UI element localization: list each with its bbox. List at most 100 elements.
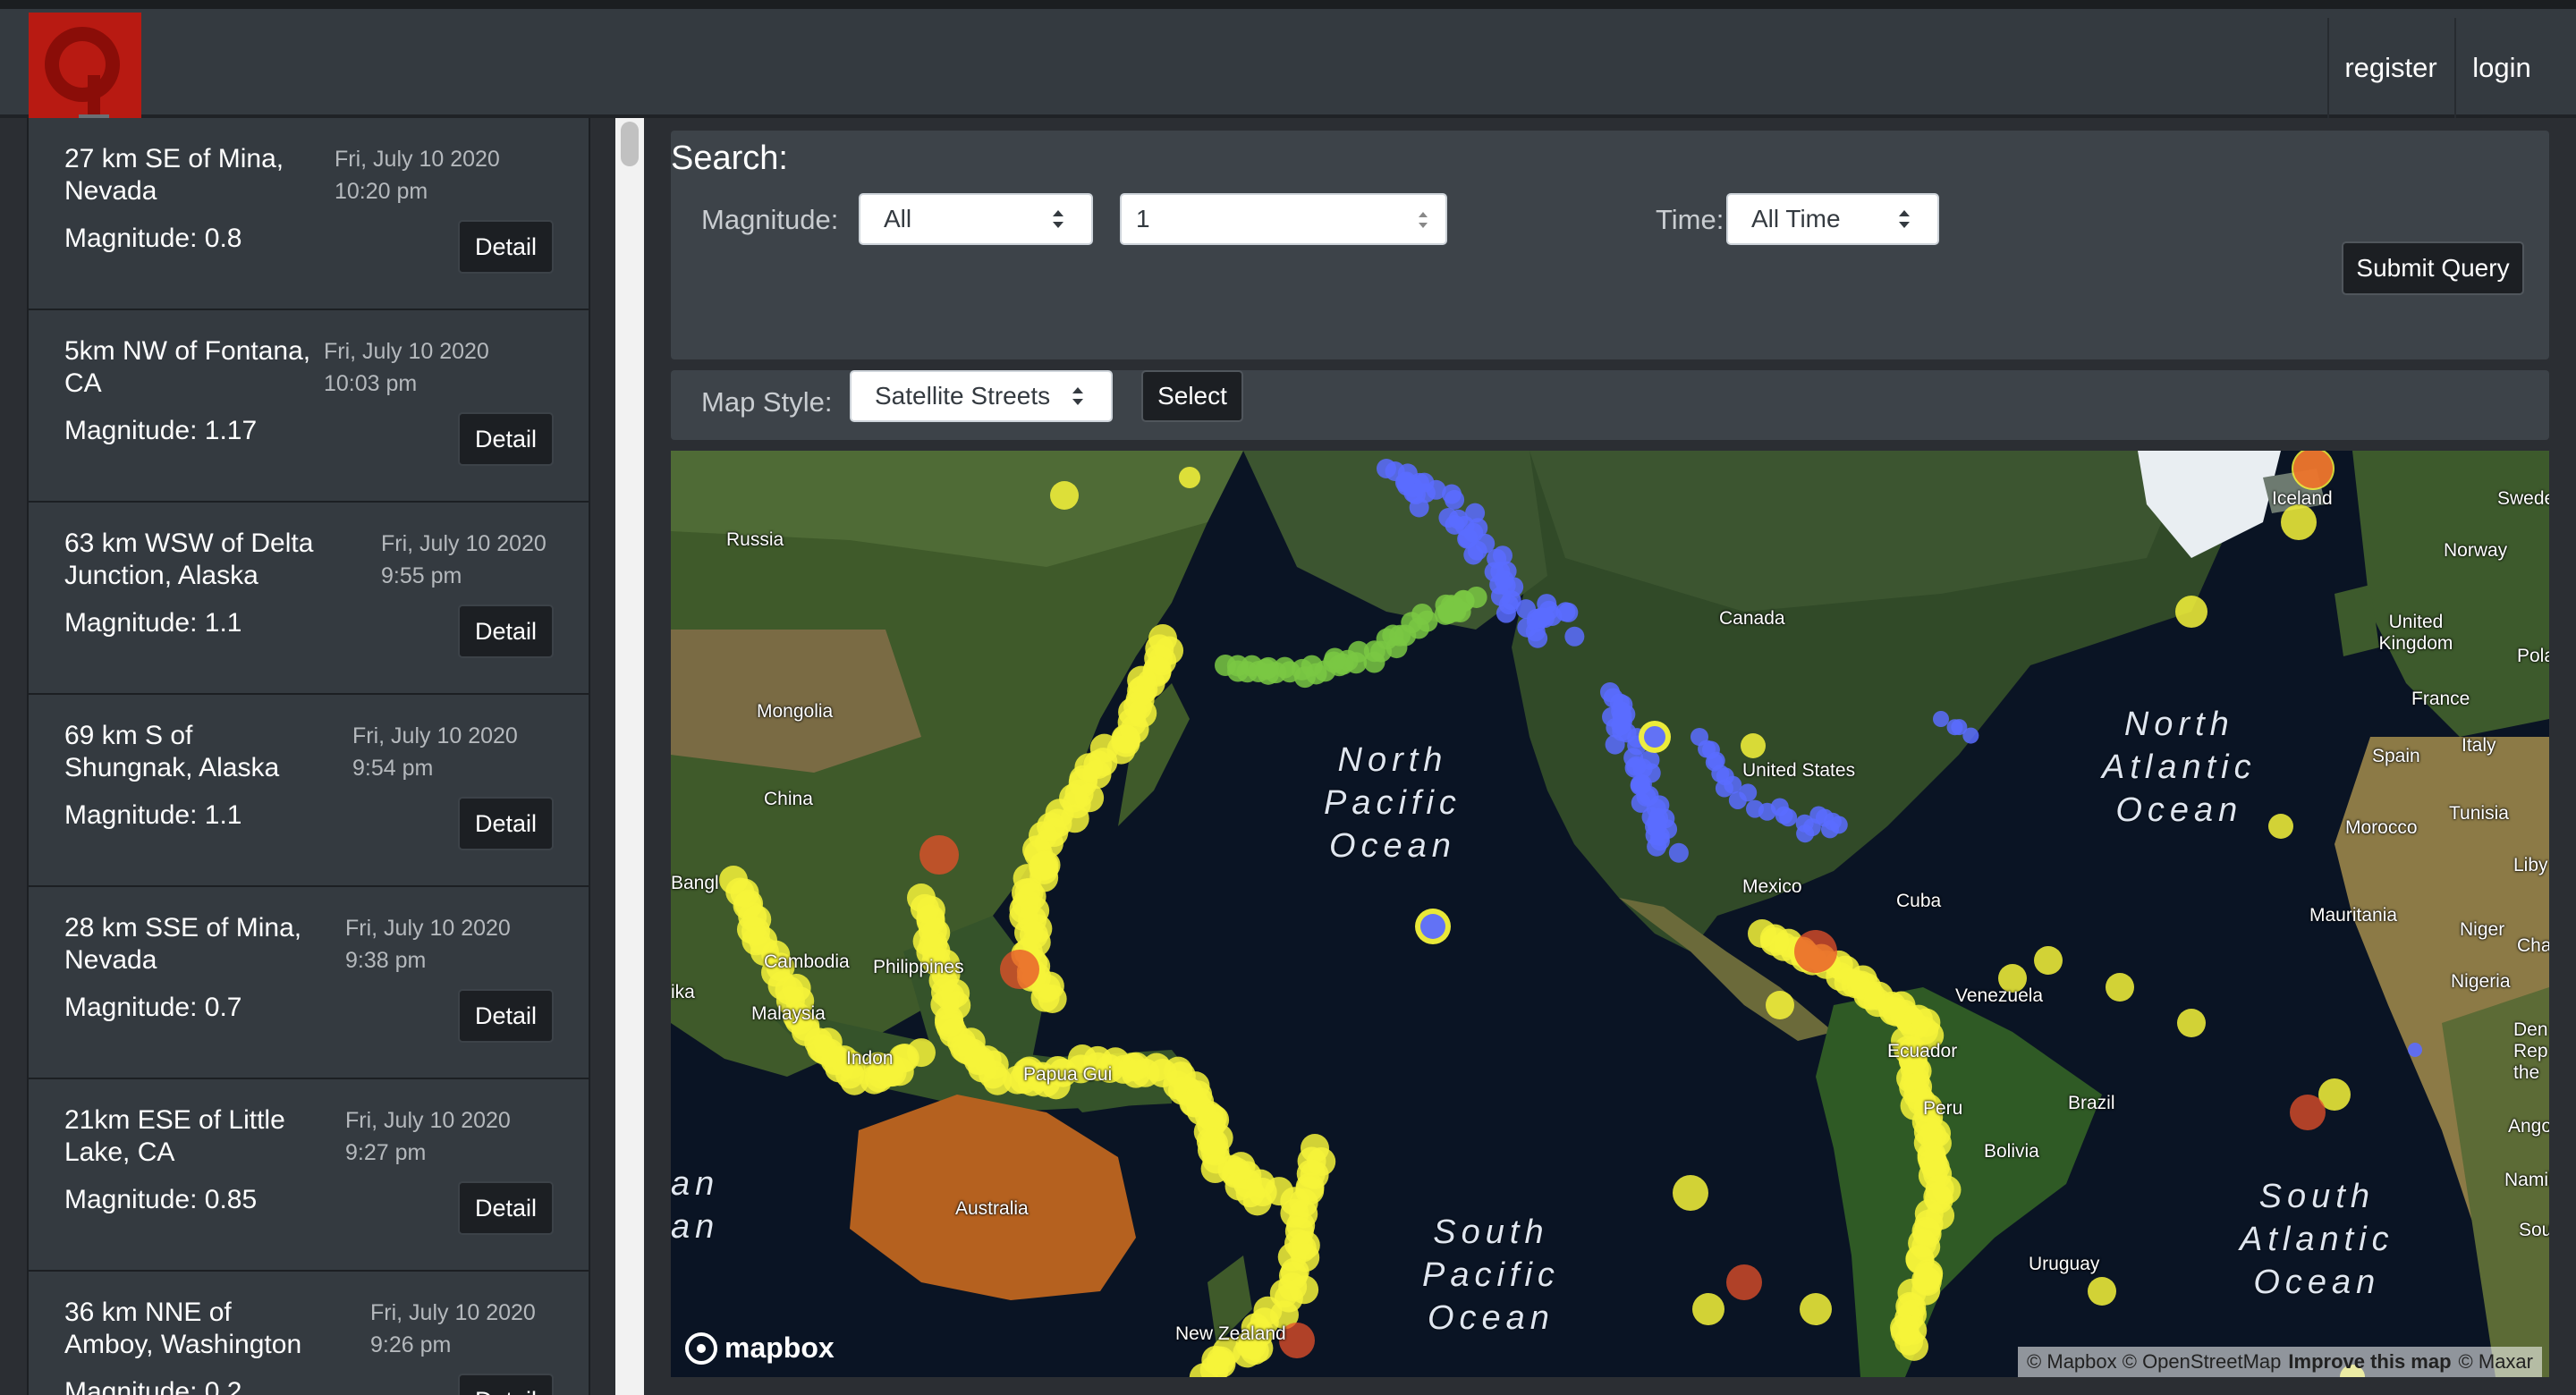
map-label: Bangl: [671, 873, 719, 893]
detail-button[interactable]: Detail: [458, 1374, 554, 1395]
earthquake-marker[interactable]: [1933, 711, 1949, 727]
detail-button[interactable]: Detail: [458, 989, 554, 1043]
quake-magnitude: Magnitude: 0.7: [64, 993, 242, 1022]
detail-button[interactable]: Detail: [458, 412, 554, 466]
map-label: Morocco: [2345, 817, 2418, 838]
number-spinner-icon[interactable]: [1417, 207, 1429, 232]
earthquake-marker[interactable]: [1829, 816, 1848, 834]
map-label: Italy: [2462, 735, 2496, 756]
earthquake-list-item[interactable]: 5km NW of Fontana, CA Fri, July 10 2020 …: [27, 310, 590, 503]
map-label: Malaysia: [751, 1003, 826, 1024]
mapbox-logo[interactable]: mapbox: [685, 1332, 835, 1365]
earthquake-marker[interactable]: [1179, 467, 1200, 488]
earthquake-marker[interactable]: [2281, 504, 2317, 540]
attribution-text[interactable]: © Mapbox © OpenStreetMap: [2027, 1350, 2281, 1374]
earthquake-marker[interactable]: [1038, 985, 1067, 1014]
map-label: United States: [1742, 760, 1856, 781]
map-label: Bolivia: [1984, 1141, 2039, 1162]
earthquake-marker[interactable]: [1766, 991, 1794, 1019]
earthquake-marker[interactable]: [1448, 509, 1469, 529]
earthquake-marker[interactable]: [1531, 607, 1552, 628]
quake-date: Fri, July 10 2020: [345, 916, 511, 941]
map-label: Liby: [2513, 855, 2548, 875]
earthquake-marker[interactable]: [1724, 775, 1742, 794]
earthquake-list-item[interactable]: 21km ESE of Little Lake, CA Fri, July 10…: [27, 1079, 590, 1272]
earthquake-marker[interactable]: [1668, 842, 1689, 863]
map-label: Philippines: [873, 957, 964, 977]
login-link[interactable]: login: [2454, 18, 2547, 118]
earthquake-marker[interactable]: [2268, 814, 2293, 839]
detail-button[interactable]: Detail: [458, 604, 554, 658]
select-caret-icon: [1072, 387, 1083, 405]
earthquake-marker[interactable]: [1739, 783, 1758, 802]
list-scrollbar[interactable]: [615, 118, 644, 1395]
earthquake-marker[interactable]: [2034, 946, 2063, 975]
earthquake-list[interactable]: 27 km SE of Mina, Nevada Fri, July 10 20…: [27, 118, 590, 1395]
earthquake-marker[interactable]: [2293, 451, 2333, 488]
earthquake-marker[interactable]: [1420, 914, 1445, 939]
map-style-select[interactable]: Satellite Streets: [850, 370, 1113, 422]
quake-location: 63 km WSW of Delta Junction, Alaska: [64, 528, 314, 590]
magnitude-value-input[interactable]: 1: [1120, 193, 1447, 245]
earthquake-marker[interactable]: [1465, 586, 1487, 608]
earthquake-marker[interactable]: [1962, 727, 1979, 744]
earthquake-marker[interactable]: [2175, 596, 2207, 628]
earthquake-list-item[interactable]: 36 km NNE of Amboy, Washington Fri, July…: [27, 1272, 590, 1395]
register-link[interactable]: register: [2327, 18, 2453, 118]
time-select[interactable]: All Time: [1726, 193, 1939, 245]
map-label: Namib: [2504, 1170, 2549, 1190]
quake-datetime: Fri, July 10 2020 10:20 pm: [335, 143, 500, 207]
magnitude-operator-select[interactable]: All: [859, 193, 1093, 245]
earthquake-list-item[interactable]: 69 km S of Shungnak, Alaska Fri, July 10…: [27, 695, 590, 887]
detail-button[interactable]: Detail: [458, 220, 554, 274]
earthquake-list-item[interactable]: 27 km SE of Mina, Nevada Fri, July 10 20…: [27, 118, 590, 310]
earthquake-marker[interactable]: [1794, 930, 1837, 973]
quake-magnitude: Magnitude: 0.85: [64, 1185, 258, 1214]
map-label: Mexico: [1742, 876, 1802, 897]
earthquake-marker[interactable]: [919, 835, 959, 875]
earthquake-marker[interactable]: [1644, 726, 1665, 748]
ocean-label-north-atlantic: North Atlantic Ocean: [2102, 706, 2257, 829]
map-style-select-button[interactable]: Select: [1141, 370, 1243, 422]
earthquake-marker[interactable]: [2177, 1009, 2206, 1037]
submit-query-button[interactable]: Submit Query: [2342, 241, 2524, 295]
earthquake-list-item[interactable]: 63 km WSW of Delta Junction, Alaska Fri,…: [27, 503, 590, 695]
time-label: Time:: [1656, 204, 1724, 235]
earthquake-marker[interactable]: [1409, 497, 1429, 518]
earthquake-marker[interactable]: [2408, 1043, 2422, 1057]
improve-map-link[interactable]: Improve this map: [2288, 1350, 2451, 1374]
earthquake-marker[interactable]: [1673, 1175, 1708, 1211]
earthquake-marker[interactable]: [1894, 1326, 1924, 1356]
earthquake-marker[interactable]: [1000, 950, 1039, 989]
quake-logo-icon[interactable]: [29, 13, 141, 123]
attribution-maxar[interactable]: © Maxar: [2459, 1350, 2533, 1374]
earthquake-marker[interactable]: [1050, 481, 1079, 510]
quake-datetime: Fri, July 10 2020 9:55 pm: [381, 528, 547, 592]
earthquake-marker[interactable]: [1726, 1264, 1762, 1300]
earthquake-marker[interactable]: [1564, 626, 1585, 647]
magnitude-value-text: 1: [1136, 205, 1150, 232]
map-label: Cambodia: [764, 951, 850, 972]
scrollbar-thumb[interactable]: [621, 122, 639, 166]
earthquake-list-item[interactable]: 28 km SSE of Mina, Nevada Fri, July 10 2…: [27, 887, 590, 1079]
map-label: China: [764, 789, 813, 809]
earthquake-marker[interactable]: [1558, 602, 1579, 622]
quake-location: 28 km SSE of Mina, Nevada: [64, 913, 302, 975]
quake-magnitude: Magnitude: 1.17: [64, 416, 258, 445]
earthquake-marker[interactable]: [2088, 1277, 2116, 1306]
earthquake-marker[interactable]: [2290, 1095, 2326, 1130]
ocean-label-south-pacific: South Pacific Ocean: [1422, 1213, 1560, 1337]
earthquake-map[interactable]: Russia Mongolia China Bangl Cambodia Phi…: [671, 451, 2549, 1377]
detail-button[interactable]: Detail: [458, 1181, 554, 1235]
earthquake-marker[interactable]: [1741, 733, 1766, 758]
earthquake-marker[interactable]: [1649, 825, 1670, 846]
earthquake-marker[interactable]: [1800, 1293, 1832, 1325]
earthquake-marker[interactable]: [1445, 489, 1465, 510]
earthquake-marker[interactable]: [1692, 1293, 1724, 1325]
earthquake-marker[interactable]: [1775, 806, 1793, 824]
earthquake-marker[interactable]: [906, 1038, 936, 1068]
earthquake-marker[interactable]: [2106, 973, 2134, 1002]
map-label: United Kingdom: [2378, 612, 2453, 654]
detail-button[interactable]: Detail: [458, 797, 554, 850]
earthquake-marker[interactable]: [1528, 628, 1548, 648]
